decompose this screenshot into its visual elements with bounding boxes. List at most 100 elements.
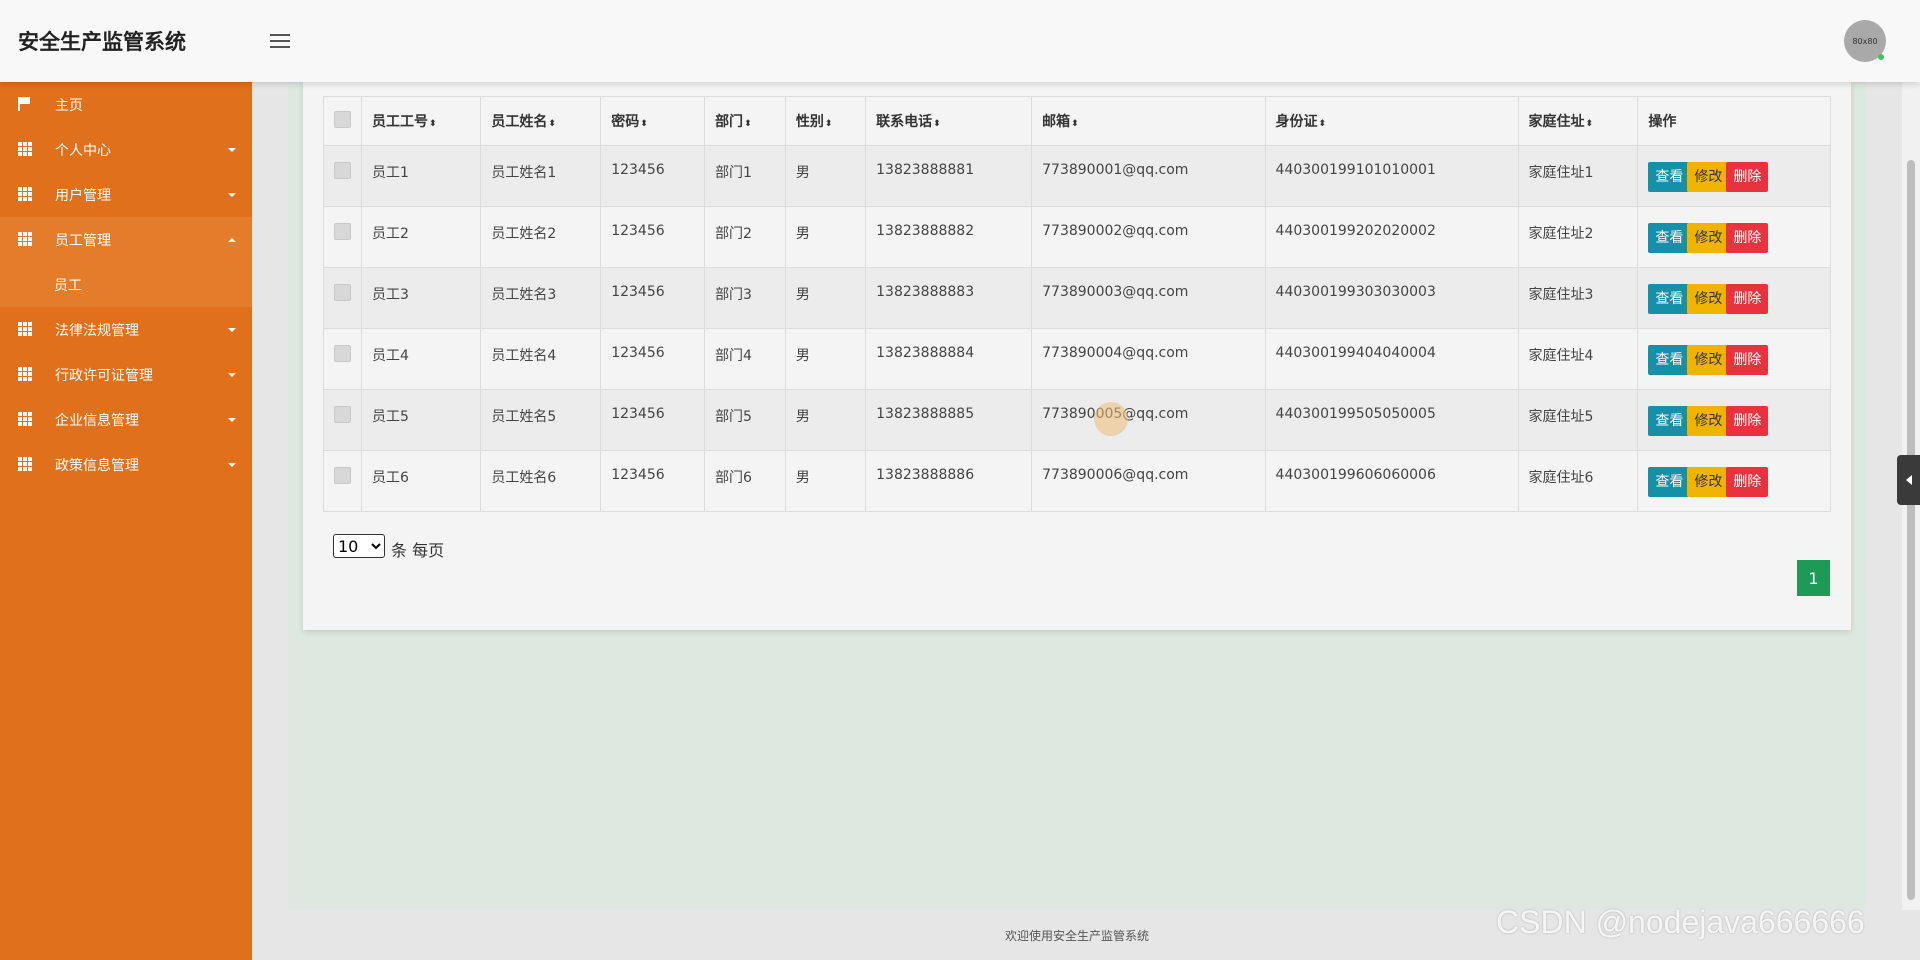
staff-list-panel: 员工工号⬍ 员工姓名⬍ 密码⬍ 部门⬍ 性别⬍ 联系电话⬍ 邮箱⬍ 身份证⬍ 家…	[303, 82, 1851, 630]
view-button[interactable]: 查看	[1648, 467, 1691, 497]
sort-icon: ⬍	[1585, 119, 1594, 129]
row-checkbox[interactable]	[334, 467, 351, 484]
edit-button[interactable]: 修改	[1687, 406, 1730, 436]
sidebar-item-home[interactable]: 主页	[0, 82, 252, 127]
sort-icon: ⬍	[429, 119, 437, 129]
row-actions-cell: 查看 修改 删除	[1637, 206, 1831, 268]
row-checkbox[interactable]	[334, 406, 351, 423]
grid-icon	[18, 412, 32, 426]
cell-phone: 13823888885	[865, 389, 1033, 451]
cell-phone: 13823888882	[865, 206, 1033, 268]
sidebar-subitem-staff[interactable]: 员工	[0, 262, 252, 307]
delete-button[interactable]: 删除	[1726, 406, 1769, 436]
row-select-cell	[323, 450, 362, 512]
avatar[interactable]: 80x80	[1844, 20, 1886, 62]
cell-staff-name: 员工姓名3	[480, 267, 602, 329]
page-size-label: 条 每页	[391, 541, 445, 560]
grid-icon	[18, 142, 32, 156]
sidebar-item-user-management[interactable]: 用户管理	[0, 172, 252, 217]
edit-button[interactable]: 修改	[1687, 284, 1730, 314]
caret-down-icon	[228, 463, 236, 467]
cell-email: 773890002@qq.com	[1031, 206, 1266, 268]
column-header-staff-id[interactable]: 员工工号⬍	[360, 96, 482, 146]
select-all-cell	[323, 96, 362, 146]
edit-button[interactable]: 修改	[1687, 467, 1730, 497]
column-header-password[interactable]: 密码⬍	[600, 96, 706, 146]
column-header-gender[interactable]: 性别⬍	[784, 96, 867, 146]
caret-down-icon	[228, 193, 236, 197]
view-button[interactable]: 查看	[1648, 223, 1691, 253]
column-header-staff-name[interactable]: 员工姓名⬍	[480, 96, 602, 146]
view-button[interactable]: 查看	[1648, 406, 1691, 436]
select-all-checkbox[interactable]	[334, 110, 351, 128]
cell-staff-id: 员工1	[360, 145, 482, 207]
cell-phone: 13823888886	[865, 450, 1033, 512]
row-checkbox[interactable]	[334, 162, 351, 179]
table-row: 员工3 员工姓名3 123456 部门3 男 13823888883 773890003@q…	[323, 267, 1831, 329]
drawer-toggle-button[interactable]	[1897, 455, 1920, 505]
view-button[interactable]: 查看	[1648, 284, 1691, 314]
column-header-phone[interactable]: 联系电话⬍	[865, 96, 1033, 146]
edit-button[interactable]: 修改	[1687, 162, 1730, 192]
column-header-label: 联系电话	[876, 114, 933, 130]
cell-id-card: 440300199101010001	[1264, 145, 1519, 207]
sidebar-item-label: 政策信息管理	[55, 457, 139, 474]
cell-gender: 男	[784, 389, 867, 451]
sidebar-item-staff-management[interactable]: 员工管理	[0, 217, 252, 262]
cell-staff-name: 员工姓名4	[480, 328, 602, 390]
delete-button[interactable]: 删除	[1726, 162, 1769, 192]
row-checkbox[interactable]	[334, 345, 351, 362]
cell-department: 部门1	[704, 145, 786, 207]
delete-button[interactable]: 删除	[1726, 467, 1769, 497]
row-actions-cell: 查看 修改 删除	[1637, 328, 1831, 390]
sidebar-item-policy-info[interactable]: 政策信息管理	[0, 442, 252, 487]
view-button[interactable]: 查看	[1648, 345, 1691, 375]
flag-icon	[18, 97, 32, 111]
row-actions-cell: 查看 修改 删除	[1637, 267, 1831, 329]
column-header-department[interactable]: 部门⬍	[704, 96, 786, 146]
row-checkbox[interactable]	[334, 223, 351, 240]
page-button-current[interactable]: 1	[1797, 560, 1830, 596]
delete-button[interactable]: 删除	[1726, 223, 1769, 253]
delete-button[interactable]: 删除	[1726, 345, 1769, 375]
row-checkbox[interactable]	[334, 284, 351, 301]
sidebar-item-label: 员工管理	[55, 232, 111, 249]
cell-email: 773890005@qq.com	[1031, 389, 1266, 451]
edit-button[interactable]: 修改	[1687, 223, 1730, 253]
cell-password: 123456	[600, 450, 706, 512]
cell-password: 123456	[600, 389, 706, 451]
page-size-select[interactable]: 10	[333, 534, 385, 558]
sidebar-item-laws[interactable]: 法律法规管理	[0, 307, 252, 352]
cell-id-card: 440300199202020002	[1264, 206, 1519, 268]
column-header-email[interactable]: 邮箱⬍	[1031, 96, 1266, 146]
cell-password: 123456	[600, 145, 706, 207]
staff-table: 员工工号⬍ 员工姓名⬍ 密码⬍ 部门⬍ 性别⬍ 联系电话⬍ 邮箱⬍ 身份证⬍ 家…	[323, 96, 1831, 512]
sidebar-item-licenses[interactable]: 行政许可证管理	[0, 352, 252, 397]
sidebar-item-personal-center[interactable]: 个人中心	[0, 127, 252, 172]
scrollbar-thumb[interactable]	[1907, 160, 1915, 900]
cell-id-card: 440300199404040004	[1264, 328, 1519, 390]
cell-email: 773890004@qq.com	[1031, 328, 1266, 390]
edit-button[interactable]: 修改	[1687, 345, 1730, 375]
view-button[interactable]: 查看	[1648, 162, 1691, 192]
table-row: 员工4 员工姓名4 123456 部门4 男 13823888884 773890004@q…	[323, 328, 1831, 390]
hamburger-menu-icon[interactable]	[268, 30, 292, 50]
cell-staff-name: 员工姓名1	[480, 145, 602, 207]
grid-icon	[18, 457, 32, 471]
sort-icon: ⬍	[640, 119, 648, 129]
column-header-id-card[interactable]: 身份证⬍	[1264, 96, 1519, 146]
row-actions-cell: 查看 修改 删除	[1637, 389, 1831, 451]
footer-text: 欢迎使用安全生产监管系统	[1004, 928, 1149, 943]
column-header-address[interactable]: 家庭住址⬍	[1517, 96, 1639, 146]
column-header-label: 性别	[795, 114, 824, 130]
table-row: 员工2 员工姓名2 123456 部门2 男 13823888882 773890002@q…	[323, 206, 1831, 268]
cell-password: 123456	[600, 328, 706, 390]
delete-button[interactable]: 删除	[1726, 284, 1769, 314]
row-select-cell	[323, 389, 362, 451]
cell-address: 家庭住址2	[1517, 206, 1639, 268]
column-header-label: 密码	[611, 114, 640, 130]
sidebar-item-label: 主页	[55, 97, 83, 114]
table-row: 员工5 员工姓名5 123456 部门5 男 13823888885 773890005@q…	[323, 389, 1831, 451]
cell-gender: 男	[784, 145, 867, 207]
sidebar-item-enterprise-info[interactable]: 企业信息管理	[0, 397, 252, 442]
